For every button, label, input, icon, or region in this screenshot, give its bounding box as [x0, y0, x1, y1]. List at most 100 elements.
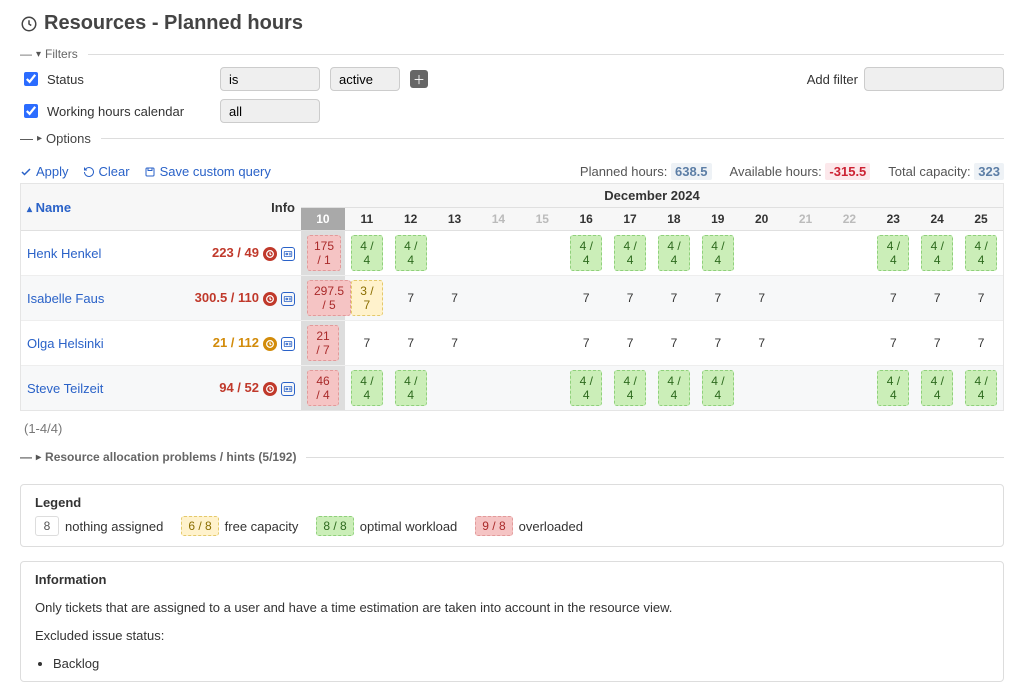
allocation-cell[interactable]: 4 / 4 [959, 366, 1003, 411]
allocation-cell[interactable] [740, 231, 784, 276]
status-checkbox[interactable] [24, 72, 38, 86]
allocation-cell[interactable]: 7 [564, 276, 608, 321]
allocation-cell[interactable]: 4 / 4 [608, 231, 652, 276]
allocation-cell[interactable]: 3 / 7 [345, 276, 389, 321]
user-name-cell: Isabelle Faus [21, 276, 161, 321]
day-header: 12 [389, 208, 433, 231]
day-header: 18 [652, 208, 696, 231]
allocation-cell[interactable]: 4 / 4 [959, 231, 1003, 276]
allocation-cell[interactable] [520, 276, 564, 321]
allocation-cell[interactable]: 4 / 4 [652, 366, 696, 411]
allocation-cell[interactable] [520, 231, 564, 276]
allocation-cell[interactable]: 7 [608, 321, 652, 366]
filters-section-toggle[interactable]: — ▾ Filters [20, 43, 1004, 67]
status-value-select[interactable]: active [330, 67, 400, 91]
calendar-label: Working hours calendar [47, 104, 184, 119]
apply-link[interactable]: Apply [20, 164, 69, 179]
allocation-cell[interactable]: 297.5 / 5 [301, 276, 345, 321]
add-filter-select[interactable] [864, 67, 1004, 91]
allocation-cell[interactable]: 4 / 4 [389, 231, 433, 276]
allocation-cell[interactable]: 4 / 4 [564, 366, 608, 411]
legend-item: 6 / 8 free capacity [181, 516, 298, 536]
excluded-status-item: Backlog [53, 656, 989, 671]
allocation-cell[interactable]: 7 [915, 321, 959, 366]
allocation-cell[interactable]: 4 / 4 [389, 366, 433, 411]
allocation-cell[interactable]: 7 [608, 276, 652, 321]
allocation-cell[interactable]: 4 / 4 [345, 231, 389, 276]
allocation-cell[interactable]: 7 [433, 276, 477, 321]
allocation-cell[interactable]: 7 [740, 321, 784, 366]
allocation-cell[interactable] [433, 231, 477, 276]
user-link[interactable]: Henk Henkel [27, 246, 101, 261]
allocation-cell[interactable]: 175 / 1 [301, 231, 345, 276]
status-operator-select[interactable]: is [220, 67, 320, 91]
user-link[interactable]: Olga Helsinki [27, 336, 104, 351]
problems-section-toggle[interactable]: — ▸ Resource allocation problems / hints… [20, 446, 1004, 470]
options-section-toggle[interactable]: — ▸ Options [20, 127, 1004, 152]
allocation-cell[interactable]: 4 / 4 [696, 231, 740, 276]
allocation-cell[interactable]: 7 [959, 321, 1003, 366]
allocation-cell[interactable]: 7 [696, 276, 740, 321]
allocation-cell[interactable]: 4 / 4 [871, 231, 915, 276]
allocation-cell[interactable] [433, 366, 477, 411]
vcard-icon[interactable] [281, 382, 295, 396]
allocation-cell[interactable]: 7 [389, 276, 433, 321]
allocation-cell[interactable]: 7 [696, 321, 740, 366]
allocation-cell[interactable]: 7 [915, 276, 959, 321]
allocation-cell[interactable]: 7 [564, 321, 608, 366]
user-link[interactable]: Steve Teilzeit [27, 381, 103, 396]
allocation-cell[interactable] [477, 276, 521, 321]
day-header: 24 [915, 208, 959, 231]
allocation-cell[interactable]: 7 [959, 276, 1003, 321]
allocation-cell[interactable]: 7 [652, 276, 696, 321]
vcard-icon[interactable] [281, 247, 295, 261]
save-query-link[interactable]: Save custom query [144, 164, 271, 179]
calendar-checkbox[interactable] [24, 104, 38, 118]
allocation-cell[interactable]: 7 [433, 321, 477, 366]
filter-status-check[interactable]: Status [20, 69, 210, 89]
allocation-cell[interactable] [784, 366, 828, 411]
vcard-icon[interactable] [281, 292, 295, 306]
allocation-cell[interactable]: 7 [871, 276, 915, 321]
allocation-cell[interactable] [740, 366, 784, 411]
allocation-cell[interactable]: 4 / 4 [915, 231, 959, 276]
allocation-cell[interactable] [477, 366, 521, 411]
allocation-cell[interactable] [828, 231, 872, 276]
user-name-cell: Olga Helsinki [21, 321, 161, 366]
vcard-icon[interactable] [281, 337, 295, 351]
allocation-cell[interactable] [520, 321, 564, 366]
allocation-cell[interactable]: 4 / 4 [608, 366, 652, 411]
options-label: Options [46, 131, 91, 146]
allocation-cell[interactable]: 4 / 4 [696, 366, 740, 411]
allocation-cell[interactable] [477, 321, 521, 366]
allocation-cell[interactable] [784, 276, 828, 321]
allocation-cell[interactable] [828, 321, 872, 366]
allocation-cell[interactable] [477, 231, 521, 276]
allocation-cell[interactable]: 21 / 7 [301, 321, 345, 366]
filter-calendar-check[interactable]: Working hours calendar [20, 101, 210, 121]
allocation-cell[interactable]: 7 [389, 321, 433, 366]
allocation-cell[interactable] [828, 366, 872, 411]
allocation-cell[interactable] [784, 321, 828, 366]
allocation-cell[interactable] [784, 231, 828, 276]
allocation-cell[interactable]: 7 [871, 321, 915, 366]
user-link[interactable]: Isabelle Faus [27, 291, 104, 306]
allocation-cell[interactable] [520, 366, 564, 411]
allocation-cell[interactable]: 4 / 4 [652, 231, 696, 276]
resource-table: ▴ Name Info December 2024 10111213141516… [21, 184, 1003, 410]
allocation-cell[interactable]: 46 / 4 [301, 366, 345, 411]
allocation-cell[interactable]: 4 / 4 [915, 366, 959, 411]
add-filter-label: Add filter [807, 72, 858, 87]
allocation-cell[interactable]: 7 [652, 321, 696, 366]
allocation-cell[interactable]: 4 / 4 [345, 366, 389, 411]
allocation-cell[interactable]: 7 [345, 321, 389, 366]
allocation-cell[interactable] [828, 276, 872, 321]
allocation-cell[interactable]: 4 / 4 [871, 366, 915, 411]
table-row: Olga Helsinki21 / 11221 / 777777777777 [21, 321, 1003, 366]
name-header[interactable]: ▴ Name [21, 184, 161, 231]
calendar-value-select[interactable]: all [220, 99, 320, 123]
clear-link[interactable]: Clear [83, 164, 130, 179]
allocation-cell[interactable]: 4 / 4 [564, 231, 608, 276]
add-value-button[interactable]: ＋ [410, 70, 428, 88]
allocation-cell[interactable]: 7 [740, 276, 784, 321]
